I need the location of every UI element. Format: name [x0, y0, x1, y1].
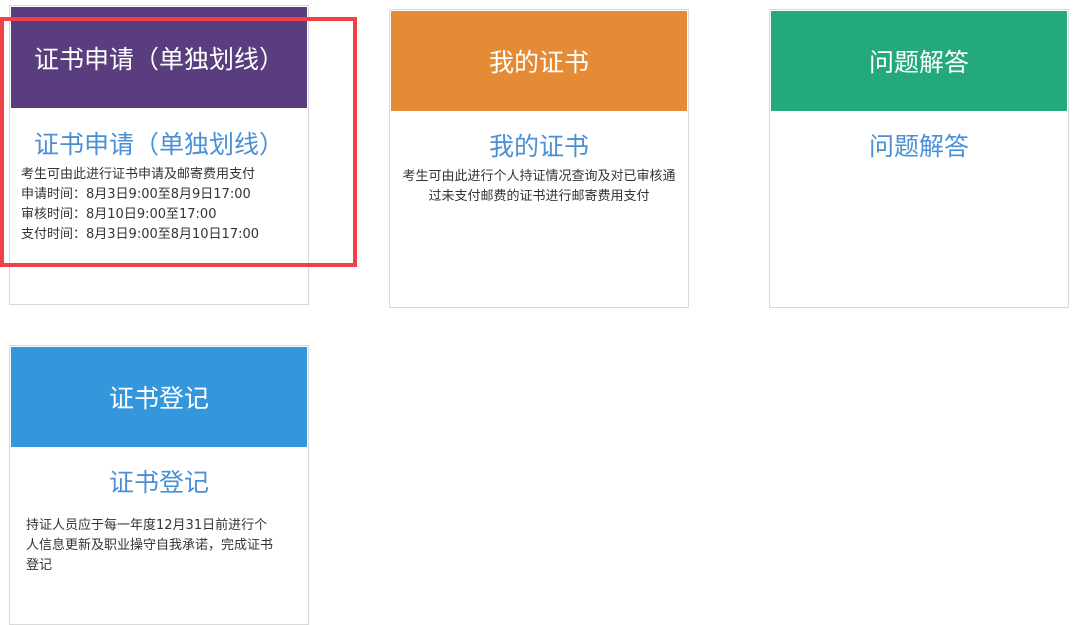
review-time-line: 审核时间：8月10日9:00至17:00	[21, 207, 217, 222]
card-title[interactable]: 证书申请（单独划线）	[10, 125, 308, 161]
card-title[interactable]: 我的证书	[390, 127, 688, 163]
card-header-label: 问题解答	[868, 48, 969, 77]
card-header-label: 我的证书	[488, 48, 589, 77]
description-line: 持证人员应于每一年度12月31日前进行个	[26, 518, 268, 533]
description-line: 考生可由此进行证书申请及邮寄费用支付	[21, 167, 256, 182]
card-header-certificate-application[interactable]: 证书申请（单独划线）	[11, 7, 307, 108]
card-description: 考生可由此进行证书申请及邮寄费用支付 申请时间：8月3日9:00至8月9日17:…	[21, 165, 259, 245]
card-header-faq[interactable]: 问题解答	[771, 11, 1067, 111]
card-title[interactable]: 证书登记	[10, 463, 308, 499]
card-header-certificate-registration[interactable]: 证书登记	[11, 347, 307, 447]
card-header-label: 证书申请（单独划线）	[33, 44, 284, 74]
card-faq[interactable]: 问题解答 问题解答	[769, 9, 1069, 308]
description-line: 登记	[26, 558, 53, 573]
card-my-certificates[interactable]: 我的证书 我的证书 考生可由此进行个人持证情况查询及对已审核通 过未支付邮费的证…	[389, 9, 689, 308]
card-description: 考生可由此进行个人持证情况查询及对已审核通 过未支付邮费的证书进行邮寄费用支付	[390, 167, 688, 207]
description-line: 考生可由此进行个人持证情况查询及对已审核通	[402, 169, 676, 184]
card-header-my-certificates[interactable]: 我的证书	[391, 11, 687, 111]
application-time-line: 申请时间：8月3日9:00至8月9日17:00	[21, 187, 251, 202]
payment-time-line: 支付时间：8月3日9:00至8月10日17:00	[21, 227, 260, 242]
card-title[interactable]: 问题解答	[770, 127, 1068, 163]
card-certificate-registration[interactable]: 证书登记 证书登记 持证人员应于每一年度12月31日前进行个 人信息更新及职业操…	[9, 345, 309, 625]
card-certificate-application[interactable]: 证书申请（单独划线） 证书申请（单独划线） 考生可由此进行证书申请及邮寄费用支付…	[9, 5, 309, 305]
description-line: 人信息更新及职业操守自我承诺，完成证书	[26, 538, 274, 553]
card-header-label: 证书登记	[108, 384, 209, 413]
card-description: 持证人员应于每一年度12月31日前进行个 人信息更新及职业操守自我承诺，完成证书…	[26, 516, 273, 576]
description-line: 过未支付邮费的证书进行邮寄费用支付	[428, 189, 650, 204]
